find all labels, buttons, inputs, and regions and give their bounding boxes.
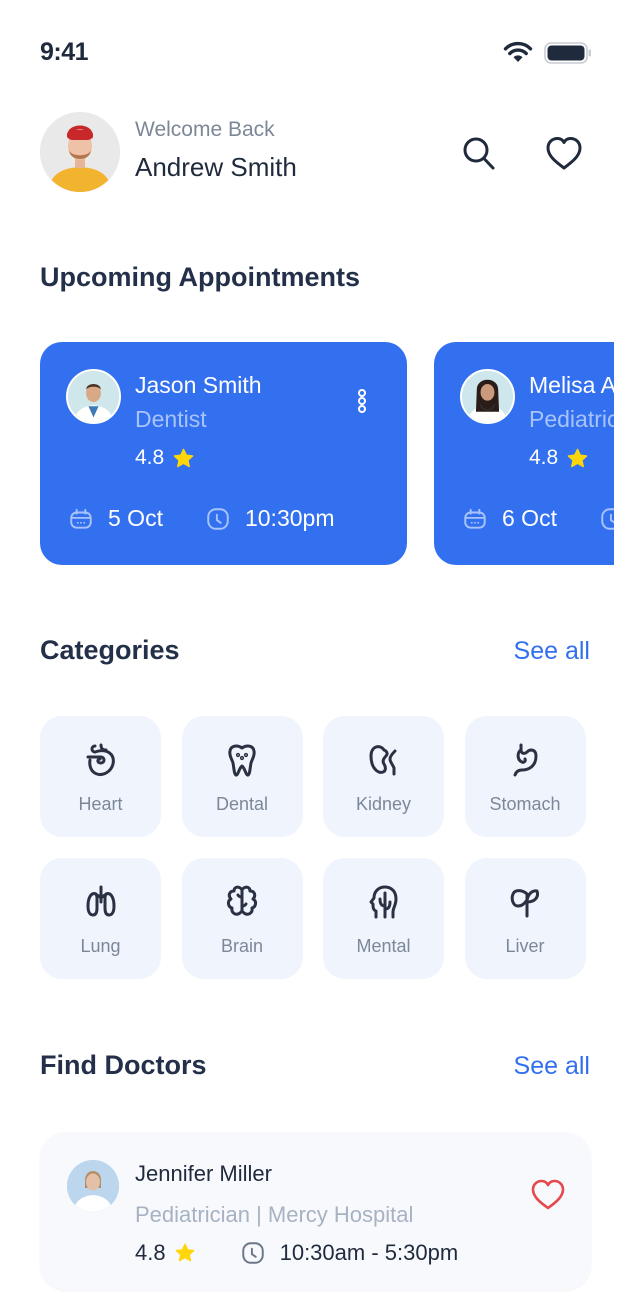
search-icon (463, 137, 495, 170)
doctor-avatar (460, 369, 515, 424)
welcome-text: Welcome Back (135, 118, 275, 141)
doctor-name: Jennifer Miller (135, 1161, 272, 1186)
category-liver[interactable]: Liver (464, 858, 586, 979)
category-stomach[interactable]: Stomach (464, 716, 586, 837)
doctor-rating: 4.8 (529, 446, 589, 470)
category-label: Stomach (489, 794, 561, 814)
more-vertical-icon (358, 389, 366, 413)
doctor-specialty-hospital: Pediatrician | Mercy Hospital (135, 1202, 414, 1227)
calendar-icon (464, 508, 486, 529)
categories-grid: Heart Dental Kidney Stomach Lung Brain M… (40, 716, 586, 979)
search-button[interactable] (457, 132, 501, 176)
appointments-carousel[interactable]: Jason Smith Dentist 4.8 5 Oct 10:30pm Me… (40, 342, 614, 565)
category-kidney[interactable]: Kidney (323, 716, 444, 837)
status-time: 9:41 (40, 38, 89, 66)
wifi-icon (503, 41, 533, 62)
doctor-name: Melisa Adam (529, 372, 614, 398)
user-avatar[interactable] (40, 112, 120, 192)
doctor-rating: 4.8 (135, 446, 195, 470)
doctor-name: Jason Smith (135, 372, 262, 398)
doctor-photo-icon (67, 1160, 119, 1212)
category-label: Mental (356, 936, 411, 956)
calendar-icon (70, 508, 92, 529)
clock-icon (601, 507, 614, 530)
doctor-specialty: Pediatrician (529, 406, 614, 432)
tooth-icon (228, 744, 256, 777)
category-label: Dental (215, 794, 269, 814)
find-doctors-title: Find Doctors (40, 1050, 207, 1080)
liver-icon (510, 889, 539, 918)
rating-value: 4.8 (529, 446, 559, 469)
category-mental[interactable]: Mental (323, 858, 444, 979)
category-label: Heart (78, 794, 123, 814)
doctor-avatar (66, 369, 121, 424)
user-photo-icon (40, 112, 120, 192)
appointment-time: 10:30pm (244, 505, 335, 531)
category-dental[interactable]: Dental (181, 716, 303, 837)
heart-icon (546, 137, 582, 170)
doctor-photo-icon (462, 371, 513, 422)
doctor-photo-icon (68, 371, 119, 422)
lung-icon (86, 885, 115, 917)
heart-icon (531, 1179, 565, 1210)
doctor-list-item[interactable]: Jennifer Miller Pediatrician | Mercy Hos… (40, 1132, 591, 1290)
status-bar: 9:41 (0, 0, 631, 110)
doctor-hours: 10:30am - 5:30pm (279, 1240, 459, 1265)
user-name: Andrew Smith (135, 152, 297, 182)
rating-value: 4.8 (135, 446, 165, 469)
favorite-doctor-button[interactable] (528, 1176, 568, 1212)
more-options-button[interactable] (352, 382, 372, 422)
categories-see-all-link[interactable]: See all (514, 637, 590, 666)
rating-value: 4.8 (135, 1240, 166, 1265)
header: Welcome Back Andrew Smith (40, 112, 591, 192)
clock-icon (207, 507, 229, 530)
appointment-date: 5 Oct (108, 505, 163, 531)
star-icon (567, 448, 588, 467)
appointment-datetime: 5 Oct 10:30pm (68, 505, 334, 532)
appointment-datetime: 6 Oct 10:30pm (462, 505, 614, 532)
category-lung[interactable]: Lung (40, 858, 161, 979)
category-heart[interactable]: Heart (40, 716, 161, 837)
category-brain[interactable]: Brain (181, 858, 303, 979)
category-label: Kidney (355, 794, 412, 814)
find-doctors-see-all-link[interactable]: See all (514, 1052, 590, 1081)
brain-icon (227, 885, 257, 916)
kidney-icon (369, 745, 396, 776)
star-icon (173, 448, 194, 467)
category-label: Liver (505, 936, 545, 956)
battery-icon (544, 42, 591, 64)
categories-title: Categories (40, 635, 180, 665)
doctor-avatar (67, 1160, 119, 1212)
appointment-card[interactable]: Melisa Adam Pediatrician 4.8 6 Oct 10:30… (434, 342, 614, 565)
upcoming-appointments-title: Upcoming Appointments (40, 262, 360, 292)
category-label: Brain (220, 936, 264, 956)
appointment-card[interactable]: Jason Smith Dentist 4.8 5 Oct 10:30pm (40, 342, 407, 565)
heart-organ-icon (86, 743, 115, 776)
doctor-specialty: Dentist (135, 406, 207, 432)
mental-head-icon (369, 885, 397, 919)
doctor-details: 4.8 10:30am - 5:30pm (135, 1240, 458, 1266)
favorites-button[interactable] (542, 132, 586, 176)
stomach-icon (513, 743, 538, 777)
appointment-date: 6 Oct (502, 505, 557, 531)
category-label: Lung (80, 936, 121, 956)
star-icon (175, 1243, 194, 1262)
clock-icon (241, 1242, 264, 1264)
